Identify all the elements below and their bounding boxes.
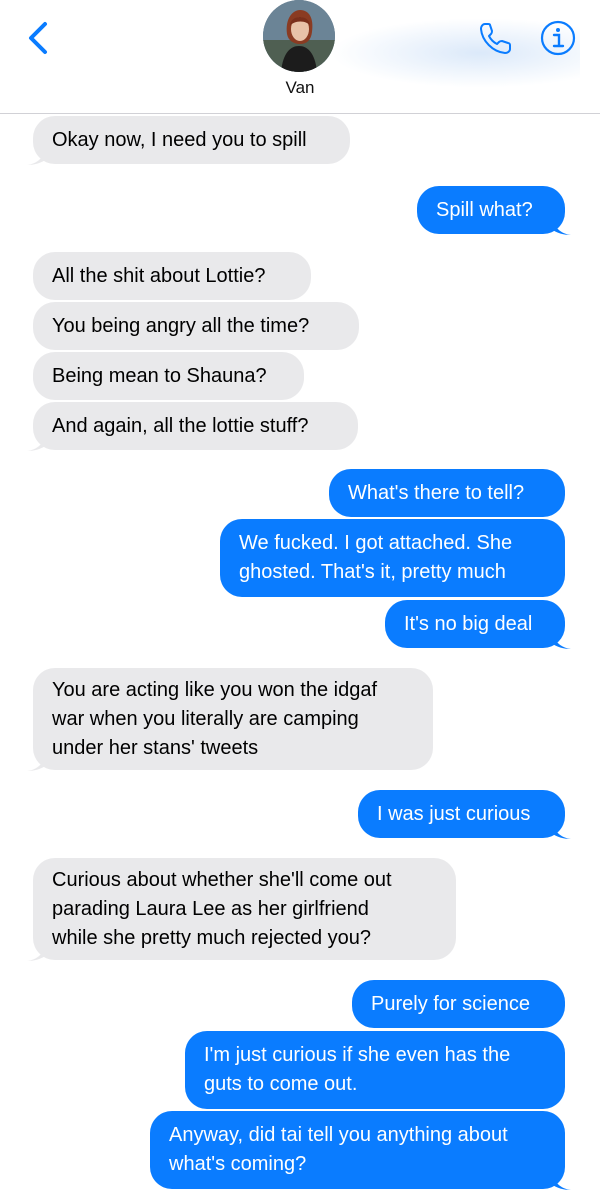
- avatar-image: [263, 0, 335, 72]
- conversation-header: Van: [0, 0, 600, 114]
- message-text: You are acting like you won the idgaf wa…: [52, 678, 378, 759]
- outgoing-message-bubble[interactable]: I'm just curious if she even has the gut…: [185, 1031, 565, 1109]
- message-text: Spill what?: [436, 198, 533, 221]
- contact-name[interactable]: Van: [0, 78, 600, 98]
- bubble-tail: [551, 629, 571, 649]
- message-text: What's there to tell?: [348, 481, 525, 504]
- incoming-message-bubble[interactable]: Being mean to Shauna?: [33, 352, 304, 400]
- bubble-tail: [551, 215, 571, 235]
- message-text: Curious about whether she'll come out pa…: [52, 868, 392, 949]
- bubble-tail: [27, 431, 47, 451]
- message-text: Purely for science: [371, 992, 530, 1015]
- bubble-tail: [27, 145, 47, 165]
- message-text: I'm just curious if she even has the gut…: [204, 1044, 511, 1095]
- call-button[interactable]: [474, 16, 518, 60]
- outgoing-message-bubble[interactable]: We fucked. I got attached. She ghosted. …: [220, 519, 565, 597]
- bubble-tail: [551, 1170, 571, 1190]
- outgoing-message-bubble[interactable]: I was just curious: [358, 790, 571, 839]
- incoming-message-bubble[interactable]: You being angry all the time?: [33, 302, 359, 350]
- incoming-message-bubble[interactable]: And again, all the lottie stuff?: [27, 402, 358, 451]
- incoming-message-bubble[interactable]: All the shit about Lottie?: [33, 252, 311, 300]
- incoming-message-bubble[interactable]: You are acting like you won the idgaf wa…: [27, 668, 433, 771]
- incoming-message-bubble[interactable]: Curious about whether she'll come out pa…: [27, 858, 456, 961]
- bubble-tail: [27, 941, 47, 961]
- phone-icon: [480, 23, 511, 54]
- bubble-tail: [551, 819, 571, 839]
- back-button[interactable]: [18, 18, 58, 58]
- outgoing-message-bubble[interactable]: Spill what?: [417, 186, 571, 235]
- message-text: I was just curious: [377, 802, 531, 825]
- outgoing-message-bubble[interactable]: Anyway, did tai tell you anything about …: [150, 1111, 571, 1190]
- message-text: And again, all the lottie stuff?: [52, 414, 309, 437]
- message-text: Okay now, I need you to spill: [52, 128, 307, 151]
- message-text: We fucked. I got attached. She ghosted. …: [239, 532, 513, 583]
- info-button[interactable]: [536, 16, 580, 60]
- chevron-left-icon: [29, 22, 47, 54]
- message-text: You being angry all the time?: [52, 314, 310, 337]
- outgoing-message-bubble[interactable]: It's no big deal: [385, 600, 571, 649]
- message-text: It's no big deal: [404, 612, 533, 635]
- bubble-tail: [27, 751, 47, 771]
- message-text: Anyway, did tai tell you anything about …: [169, 1124, 508, 1175]
- outgoing-message-bubble[interactable]: What's there to tell?: [329, 469, 565, 517]
- info-icon: [540, 20, 576, 56]
- outgoing-message-bubble[interactable]: Purely for science: [352, 980, 565, 1028]
- message-text: All the shit about Lottie?: [52, 264, 266, 287]
- message-text: Being mean to Shauna?: [52, 364, 267, 387]
- incoming-message-bubble[interactable]: Okay now, I need you to spill: [27, 116, 350, 165]
- contact-avatar[interactable]: [263, 0, 335, 72]
